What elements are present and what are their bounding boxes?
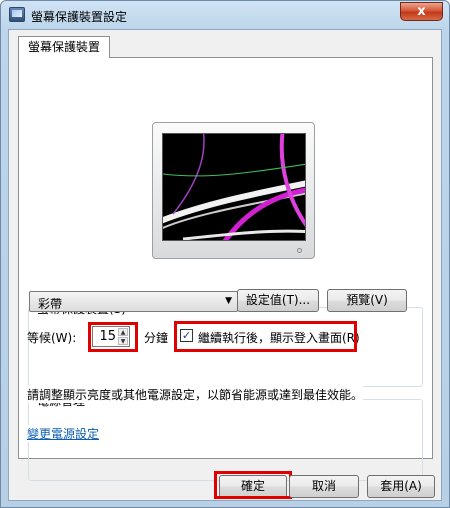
dialog-client-area: 螢幕保護裝置 螢幕保 <box>8 29 442 501</box>
monitor-preview <box>152 122 315 259</box>
display-settings-icon <box>9 7 25 22</box>
tab-screensaver[interactable]: 螢幕保護裝置 <box>18 36 111 58</box>
cancel-button[interactable]: 取消 <box>289 475 359 498</box>
screensaver-select-value: 彩帶 <box>38 297 63 311</box>
screensaver-preview-screen <box>162 133 306 241</box>
highlight-resume-box <box>174 321 357 352</box>
dialog-window: 螢幕保護裝置設定 x 螢幕保護裝置 彩帶 ▼ 設定值(T)... 預覽(V) 等… <box>0 0 450 508</box>
screensaver-select[interactable]: 彩帶 ▼ <box>29 291 238 312</box>
wait-label: 等候(W): <box>27 331 77 345</box>
power-description: 請調整顯示亮度或其他電源設定，以節省能源或達到最佳效能。 <box>27 386 364 403</box>
title-bar[interactable]: 螢幕保護裝置設定 x <box>1 1 449 29</box>
minutes-label: 分鐘 <box>144 331 169 345</box>
settings-button[interactable]: 設定值(T)... <box>237 289 319 312</box>
highlight-ok-box <box>214 471 292 499</box>
change-power-settings-link[interactable]: 變更電源設定 <box>27 425 100 442</box>
ribbons-preview-image <box>163 134 305 240</box>
apply-button[interactable]: 套用(A) <box>367 475 435 498</box>
chevron-down-icon: ▼ <box>225 296 232 306</box>
window-title: 螢幕保護裝置設定 <box>31 10 128 24</box>
monitor-power-led <box>297 248 302 253</box>
preview-button[interactable]: 預覽(V) <box>327 289 407 312</box>
close-button[interactable]: x <box>400 2 443 21</box>
highlight-wait-box <box>88 322 138 352</box>
